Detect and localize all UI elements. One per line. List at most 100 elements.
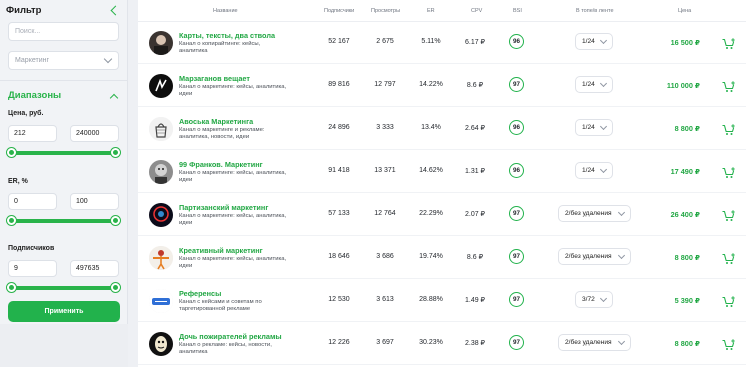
sidebar-divider: [0, 80, 127, 81]
filter-sidebar: Фильтр Поиск... Маркетинг Диапазоны Цена…: [0, 0, 128, 367]
channel-avatar[interactable]: [149, 246, 173, 270]
er-min-input[interactable]: 0: [8, 193, 57, 210]
placement-format-select[interactable]: 2/без удаления: [558, 334, 631, 351]
table-row[interactable]: Карты, тексты, два ствола Канал о копирай…: [138, 21, 746, 64]
bsi-score-badge: 97: [509, 292, 524, 307]
er-max-input[interactable]: 100: [70, 193, 119, 210]
channel-name-link[interactable]: Дочь пожирателей рекламы: [179, 332, 282, 341]
bsi-score-badge: 96: [509, 34, 524, 49]
add-to-cart-icon[interactable]: [722, 123, 736, 135]
channel-avatar[interactable]: [149, 74, 173, 98]
subs-range-label: Подписчиков: [8, 245, 55, 252]
add-to-cart-icon[interactable]: [722, 37, 736, 49]
channel-avatar[interactable]: [149, 203, 173, 227]
placement-format-select[interactable]: 1/24: [575, 162, 613, 179]
header-price[interactable]: Цена: [678, 8, 691, 14]
table-row[interactable]: Партизанский маркетинг Канал о маркетинге…: [138, 193, 746, 236]
placement-format-select[interactable]: 1/24: [575, 76, 613, 93]
views-count: 2 675: [376, 38, 394, 45]
add-to-cart-icon[interactable]: [722, 209, 736, 221]
header-top[interactable]: В топе/в ленте: [576, 8, 614, 14]
price-value: 8 800 ₽: [674, 253, 700, 262]
bsi-score-badge: 97: [509, 77, 524, 92]
category-select[interactable]: Маркетинг: [8, 51, 119, 70]
price-range-label: Цена, руб.: [8, 110, 44, 117]
table-row[interactable]: 99 Франков. Маркетинг Канал о маркетинге:…: [138, 150, 746, 193]
header-name[interactable]: Название: [213, 8, 238, 14]
channel-name-link[interactable]: Партизанский маркетинг: [179, 203, 268, 212]
price-value: 5 390 ₽: [674, 296, 700, 305]
channel-name-link[interactable]: 99 Франков. Маркетинг: [179, 160, 263, 169]
add-to-cart-icon[interactable]: [722, 295, 736, 307]
placement-format-select[interactable]: 2/без удаления: [558, 248, 631, 265]
placement-format-select[interactable]: 1/24: [575, 119, 613, 136]
cpv-value: 1.49 ₽: [464, 297, 486, 304]
views-count: 3 686: [376, 253, 394, 260]
table-row[interactable]: Дочь пожирателей рекламы Канал о рекламе:…: [138, 322, 746, 365]
subs-min-input[interactable]: 9: [8, 260, 57, 277]
er-max-handle[interactable]: [111, 216, 120, 225]
channel-name-link[interactable]: Референсы: [179, 289, 221, 298]
channel-avatar[interactable]: [149, 160, 173, 184]
channel-description: Канал о маркетинге: кейсы, аналитика, ид…: [179, 84, 287, 97]
subs-max-input[interactable]: 497635: [70, 260, 119, 277]
er-range-slider[interactable]: [7, 216, 120, 225]
chevron-down-icon: [103, 54, 113, 64]
channel-avatar[interactable]: [149, 31, 173, 55]
channel-name-link[interactable]: Марзаганов вещает: [179, 74, 250, 83]
views-count: 12 797: [374, 81, 396, 88]
table-row[interactable]: Авоська Маркетинга Канал о маркетинге и р…: [138, 107, 746, 150]
chevron-down-icon: [599, 36, 608, 45]
er-range-label: ER, %: [8, 178, 28, 185]
cpv-value: 2.07 ₽: [464, 211, 486, 218]
price-min-input[interactable]: 212: [8, 125, 57, 142]
chevron-down-icon: [599, 294, 608, 303]
channel-description: Канал с кейсами и советам по таргетирова…: [179, 299, 262, 312]
header-cpv[interactable]: CPV: [471, 8, 482, 14]
price-range-slider[interactable]: [7, 148, 120, 157]
table-row[interactable]: Референсы Канал с кейсами и советам по та…: [138, 279, 746, 322]
channel-description: Канал о маркетинге и рекламе: аналитика,…: [179, 127, 265, 140]
header-views[interactable]: Просмотры: [371, 8, 400, 14]
header-subs[interactable]: Подписчики: [324, 8, 354, 14]
price-min-handle[interactable]: [7, 148, 16, 157]
collapse-chevron-icon[interactable]: [110, 5, 121, 15]
add-to-cart-icon[interactable]: [722, 80, 736, 92]
add-to-cart-icon[interactable]: [722, 252, 736, 264]
table-row[interactable]: Креативный маркетинг Канал о маркетинге: …: [138, 236, 746, 279]
channel-name-link[interactable]: Креативный маркетинг: [179, 246, 263, 255]
cpv-value: 8.6 ₽: [466, 254, 484, 261]
er-value: 19.74%: [419, 253, 443, 260]
add-to-cart-icon[interactable]: [722, 338, 736, 350]
er-value: 30.23%: [419, 339, 443, 346]
category-select-value: Маркетинг: [15, 57, 50, 64]
subscribers-count: 24 896: [328, 124, 350, 131]
placement-format-select[interactable]: 1/24: [575, 33, 613, 50]
subs-max-handle[interactable]: [111, 283, 120, 292]
ranges-section-header[interactable]: Диапазоны: [8, 90, 120, 102]
er-value: 22.29%: [419, 210, 443, 217]
bsi-score-badge: 96: [509, 163, 524, 178]
table-row[interactable]: Марзаганов вещает Канал о маркетинге: кей…: [138, 64, 746, 107]
search-input[interactable]: Поиск...: [8, 22, 119, 41]
er-value: 28.88%: [419, 296, 443, 303]
add-to-cart-icon[interactable]: [722, 166, 736, 178]
subs-range-slider[interactable]: [7, 283, 120, 292]
placement-format-select[interactable]: 3/72: [575, 291, 613, 308]
channel-avatar[interactable]: [149, 289, 173, 313]
placement-format-select[interactable]: 2/без удаления: [558, 205, 631, 222]
chevron-down-icon: [617, 337, 626, 346]
placement-format-value: 1/24: [582, 124, 595, 131]
header-bsi[interactable]: BSI: [513, 8, 522, 14]
channel-avatar[interactable]: [149, 117, 173, 141]
subs-min-handle[interactable]: [7, 283, 16, 292]
channel-name-link[interactable]: Авоська Маркетинга: [179, 117, 253, 126]
header-er[interactable]: ER: [427, 8, 435, 14]
filter-header: Фильтр: [6, 3, 122, 17]
er-min-handle[interactable]: [7, 216, 16, 225]
channel-avatar[interactable]: [149, 332, 173, 356]
channel-name-link[interactable]: Карты, тексты, два ствола: [179, 31, 275, 40]
price-max-input[interactable]: 240000: [70, 125, 119, 142]
price-max-handle[interactable]: [111, 148, 120, 157]
apply-button[interactable]: Применить: [8, 301, 120, 322]
